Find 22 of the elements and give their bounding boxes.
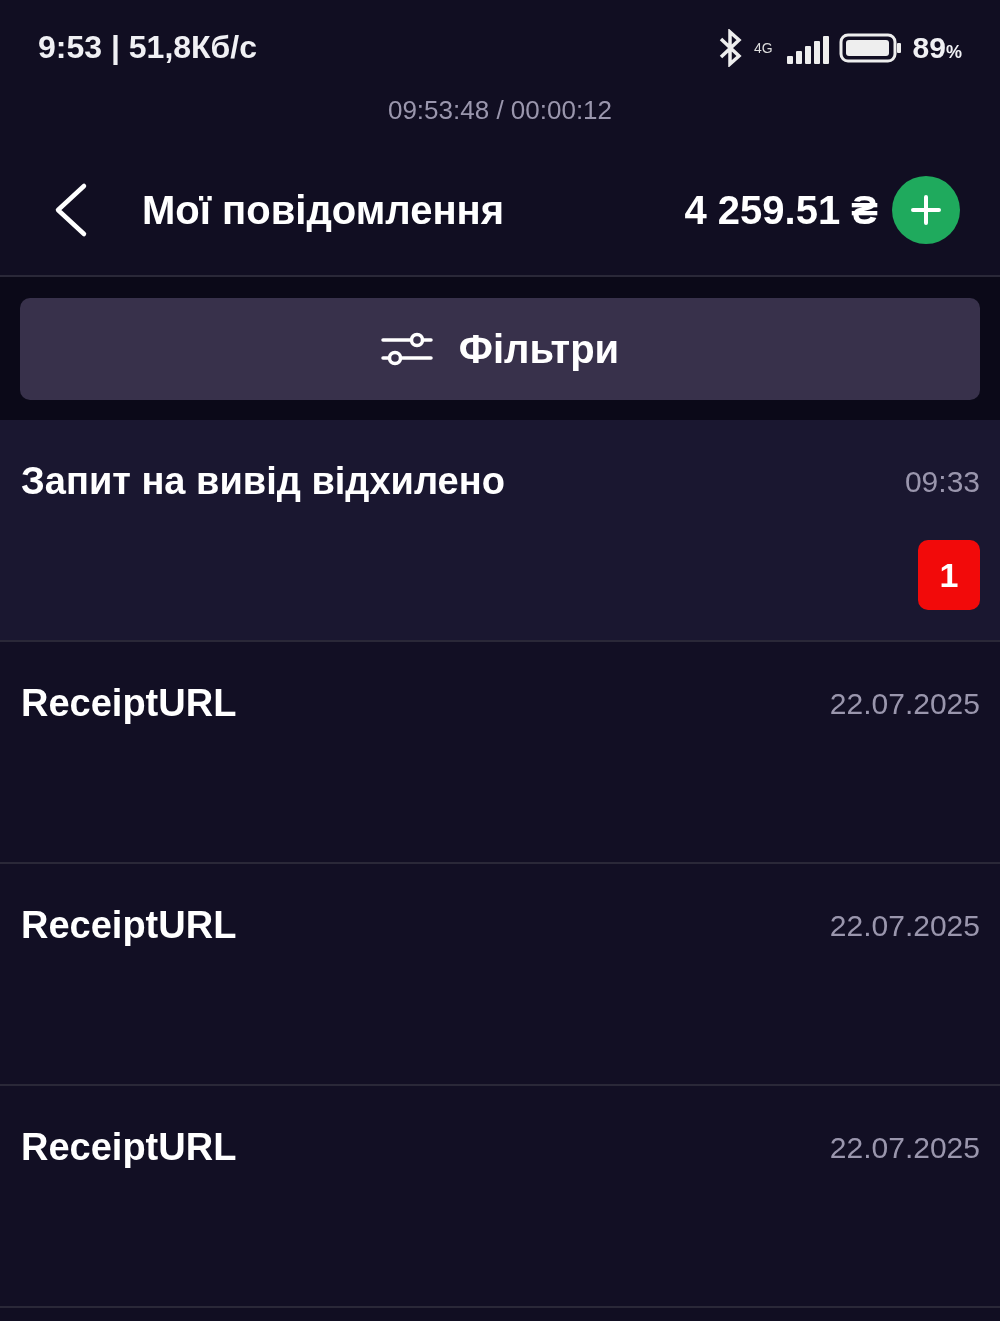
sliders-icon xyxy=(380,331,433,367)
message-item[interactable]: Запит на вивід відхилено 09:33 1 xyxy=(0,420,1000,642)
percent-sign: % xyxy=(946,41,962,62)
battery-percent: 89 xyxy=(912,30,946,64)
bluetooth-icon xyxy=(717,28,744,67)
message-time: 09:33 xyxy=(904,464,980,499)
unread-count-badge: 1 xyxy=(918,540,980,610)
page-title: Мої повідомлення xyxy=(142,187,506,233)
filter-button[interactable]: Фільтри xyxy=(20,298,980,400)
message-time: 22.07.2025 xyxy=(829,686,980,721)
message-title: ReceiptURL xyxy=(21,904,237,947)
recording-timer: 09:53:48 / 00:00:12 xyxy=(387,95,613,125)
message-title: Запит на вивід відхилено xyxy=(21,460,505,503)
balance: 4 259.51 ₴ xyxy=(684,187,878,233)
status-time: 9:53 | 51,8Кб/с xyxy=(38,29,258,66)
message-time: 22.07.2025 xyxy=(829,1130,980,1165)
message-time: 22.07.2025 xyxy=(829,908,980,943)
network-type: 4G xyxy=(753,39,773,56)
plus-icon xyxy=(911,195,941,225)
message-title: ReceiptURL xyxy=(21,1126,237,1169)
battery-icon xyxy=(838,32,903,63)
message-title: ReceiptURL xyxy=(21,682,237,725)
